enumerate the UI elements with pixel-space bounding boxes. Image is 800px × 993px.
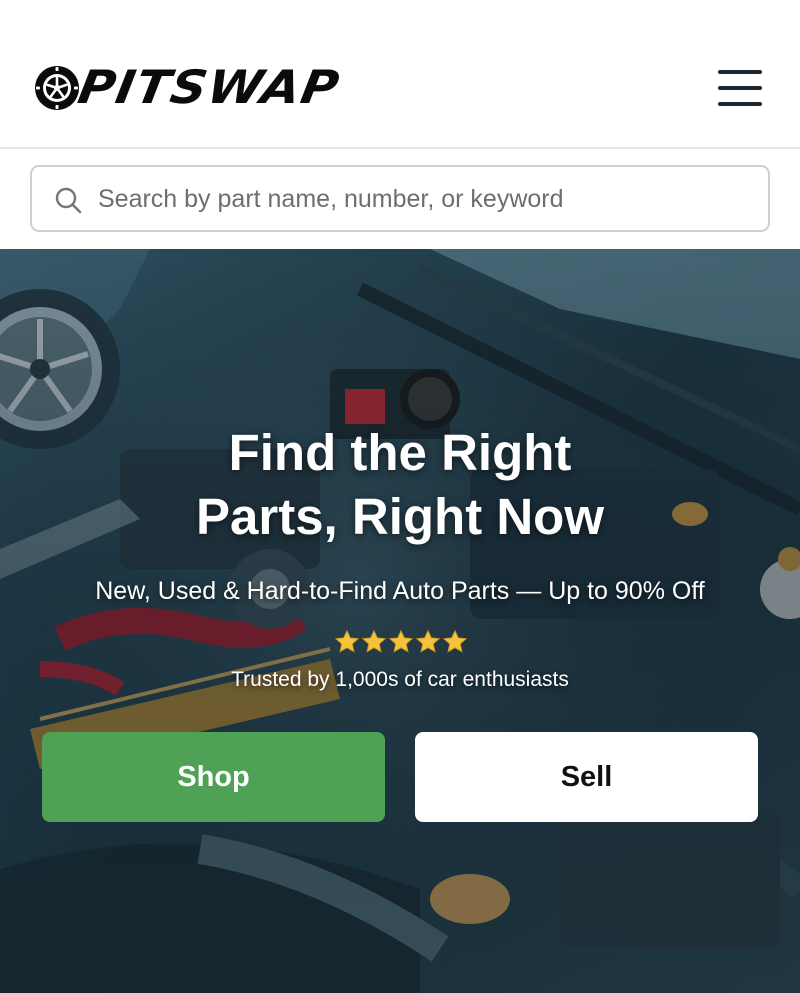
hamburger-menu-icon [718,70,762,74]
menu-bar-middle [718,86,762,90]
star-icon [442,629,468,653]
shop-button[interactable]: Shop [42,732,385,822]
search-box[interactable] [30,165,770,232]
rating-stars [334,629,468,659]
hero-title-line2: Parts, Right Now [195,488,605,545]
menu-bar-bottom [718,102,762,106]
star-icon [388,629,414,653]
search-input[interactable] [98,175,748,223]
hero-subtitle: New, Used & Hard-to-Find Auto Parts — Up… [95,577,705,605]
site-header: PITSWAP [0,0,800,149]
trust-text: Trusted by 1,000s of car enthusiasts [231,668,569,691]
hero-title: Find the Right Parts, Right Now [100,421,700,549]
sell-button[interactable]: Sell [415,732,758,822]
hero-overlay [0,249,800,993]
star-icon [361,629,387,653]
hero-title-line1: Find the Right [228,424,572,481]
page: PITSWAP Search by part name, number, or … [0,0,800,993]
star-icon [415,629,441,653]
search-icon [55,187,82,214]
menu-button[interactable] [712,66,768,110]
hero-section: Find the Right Parts, Right Now New, Use… [0,249,800,993]
tire-wheel-icon [35,66,79,110]
star-icon [334,629,360,653]
brand-name: PITSWAP [74,60,344,114]
brand-logo[interactable]: PITSWAP [33,60,363,114]
search-bar [0,151,800,248]
